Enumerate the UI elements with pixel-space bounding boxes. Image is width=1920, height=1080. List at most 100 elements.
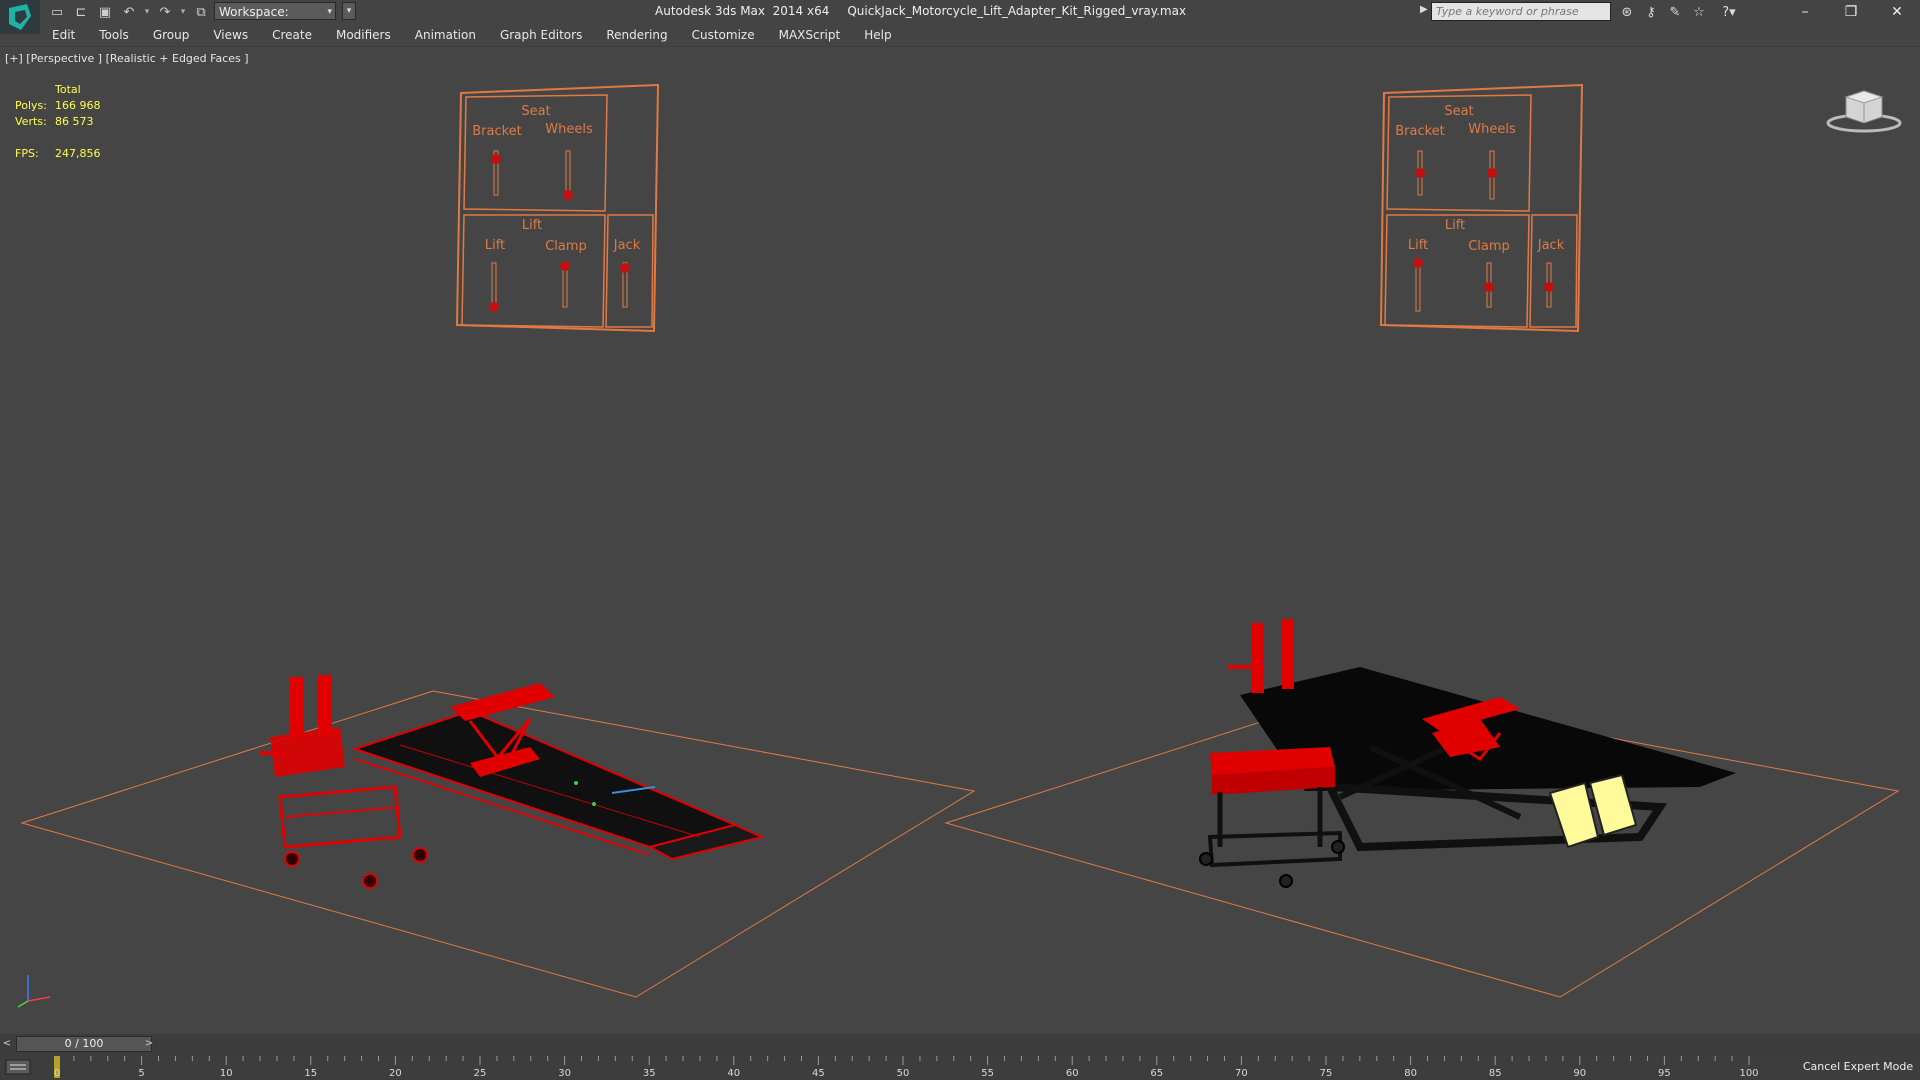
lift-wireframe-left	[260, 675, 766, 889]
stats-verts-label: Verts:	[15, 115, 47, 128]
time-slider[interactable]: 0 / 100	[16, 1036, 152, 1052]
track-toggle-icon[interactable]	[4, 1058, 32, 1076]
panel-left-bracket-label: Bracket	[472, 124, 522, 139]
panel-left-wheels-label: Wheels	[545, 122, 593, 137]
menu-views[interactable]: Views	[201, 24, 260, 46]
menu-graph-editors[interactable]: Graph Editors	[488, 24, 594, 46]
menu-tools[interactable]: Tools	[87, 24, 141, 46]
app-title: Autodesk 3ds Max 2014 x64	[655, 4, 830, 18]
quick-access-toolbar: ▭ ⊏ ▣ ↶ ▾ ↷ ▾ ⧉	[46, 2, 212, 22]
chevron-left-icon[interactable]: <	[0, 1036, 14, 1052]
viewport-label-menu[interactable]: [+] [Perspective ] [Realistic + Edged Fa…	[5, 52, 249, 65]
app-logo-icon[interactable]	[0, 0, 40, 34]
panel-right-jack-label: Jack	[1537, 238, 1565, 253]
panel-left-lift-label: Lift	[485, 238, 505, 253]
tick-label-45: 45	[812, 1068, 825, 1079]
stats-polys-value: 166 968	[55, 99, 101, 112]
project-folder-icon[interactable]: ⧉	[190, 2, 212, 22]
undo-icon[interactable]: ↶	[118, 2, 140, 22]
panel-right-clamp-label: Clamp	[1468, 239, 1510, 254]
time-slider-bar: < 0 / 100 >	[0, 1034, 1920, 1054]
tick-label-5: 5	[138, 1068, 144, 1079]
panel-right-lift-title: Lift	[1445, 218, 1465, 233]
axis-tripod-icon	[17, 975, 51, 1008]
stats-header: Total	[55, 83, 81, 96]
menu-animation[interactable]: Animation	[403, 24, 488, 46]
tick-label-30: 30	[558, 1068, 571, 1079]
close-icon[interactable]: ✕	[1874, 0, 1920, 24]
search-expand-icon[interactable]: ▶	[1420, 4, 1428, 15]
tick-label-10: 10	[220, 1068, 233, 1079]
frame-ruler[interactable]: 0 5 10 15 20 25 30 35 40 45 50 55 60 65 …	[40, 1054, 1770, 1080]
tick-label-95: 95	[1658, 1068, 1671, 1079]
menu-maxscript[interactable]: MAXScript	[767, 24, 853, 46]
menu-edit[interactable]: Edit	[40, 24, 87, 46]
new-file-icon[interactable]: ▭	[46, 2, 68, 22]
tick-label-85: 85	[1489, 1068, 1502, 1079]
scene-canvas[interactable]: Seat Bracket Wheels Lift Lift Clamp Jack…	[0, 47, 1920, 1035]
tick-label-80: 80	[1404, 1068, 1417, 1079]
open-file-icon[interactable]: ⊏	[70, 2, 92, 22]
chevron-right-icon[interactable]: >	[142, 1036, 156, 1052]
tick-label-20: 20	[389, 1068, 402, 1079]
tick-label-25: 25	[474, 1068, 487, 1079]
panel-right-bracket-label: Bracket	[1395, 124, 1445, 139]
key-icon[interactable]: ⚷	[1640, 2, 1662, 22]
stats-verts-value: 86 573	[55, 115, 94, 128]
minor-ticks	[56, 1056, 1750, 1065]
menu-help[interactable]: Help	[852, 24, 903, 46]
stats-polys-label: Polys:	[15, 99, 47, 112]
save-icon[interactable]: ▣	[94, 2, 116, 22]
help-icon[interactable]: ?▾	[1712, 2, 1746, 22]
tick-label-70: 70	[1235, 1068, 1248, 1079]
tick-label-15: 15	[304, 1068, 317, 1079]
panel-right-seat-title: Seat	[1444, 104, 1473, 119]
redo-dropdown-icon[interactable]: ▾	[178, 2, 188, 22]
search-input[interactable]: Type a keyword or phrase	[1431, 2, 1611, 21]
qat-customize-button[interactable]: ▾	[342, 2, 356, 20]
panel-left-clamp-label: Clamp	[545, 239, 587, 254]
tick-label-75: 75	[1320, 1068, 1333, 1079]
binoculars-icon[interactable]: ⊛	[1616, 2, 1638, 22]
panel-right-lift-label: Lift	[1408, 238, 1428, 253]
panel-right-wheels-label: Wheels	[1468, 122, 1516, 137]
minimize-icon[interactable]: –	[1782, 0, 1828, 24]
tick-label-50: 50	[897, 1068, 910, 1079]
menu-rendering[interactable]: Rendering	[594, 24, 679, 46]
menu-group[interactable]: Group	[141, 24, 202, 46]
menu-bar: Edit Tools Group Views Create Modifiers …	[40, 24, 1920, 46]
stats-fps-value: 247,856	[55, 147, 101, 160]
panel-left-lift-title: Lift	[522, 218, 542, 233]
window-controls: – ❐ ✕	[1782, 0, 1920, 24]
tick-label-40: 40	[727, 1068, 740, 1079]
maximize-icon[interactable]: ❐	[1828, 0, 1874, 24]
panel-left-jack-label: Jack	[613, 238, 641, 253]
chevron-down-icon: ▾	[327, 7, 332, 17]
lift-shaded-right	[1199, 619, 1736, 888]
redo-icon[interactable]: ↷	[154, 2, 176, 22]
workspace-dropdown[interactable]: Workspace: Default ▾	[214, 2, 336, 37]
panel-left-seat-title: Seat	[521, 104, 550, 119]
tick-label-55: 55	[981, 1068, 994, 1079]
window-title: Autodesk 3ds Max 2014 x64 QuickJack_Motor…	[655, 4, 1186, 18]
viewcube-icon[interactable]	[1826, 83, 1902, 133]
cancel-expert-mode-button[interactable]: Cancel Expert Mode	[1796, 1054, 1920, 1080]
tick-label-60: 60	[1066, 1068, 1079, 1079]
tick-label-100: 100	[1739, 1068, 1758, 1079]
tick-label-90: 90	[1573, 1068, 1586, 1079]
menu-create[interactable]: Create	[260, 24, 324, 46]
perspective-viewport[interactable]: Seat Bracket Wheels Lift Lift Clamp Jack…	[0, 46, 1920, 1035]
menu-customize[interactable]: Customize	[680, 24, 767, 46]
menu-modifiers[interactable]: Modifiers	[324, 24, 403, 46]
viewport-statistics: Total Polys: 166 968 Verts: 86 573 FPS: 247…	[15, 82, 145, 162]
star-icon[interactable]: ☆	[1688, 2, 1710, 22]
track-bar[interactable]: 0 5 10 15 20 25 30 35 40 45 50 55 60 65 …	[0, 1054, 1920, 1080]
info-center-toolbar: ⊛ ⚷ ✎ ☆ ?▾	[1616, 2, 1746, 22]
tick-label-35: 35	[643, 1068, 656, 1079]
stats-fps-label: FPS:	[15, 147, 39, 160]
communication-icon[interactable]: ✎	[1664, 2, 1686, 22]
title-bar: ▭ ⊏ ▣ ↶ ▾ ↷ ▾ ⧉ Workspace: Default ▾ ▾ A…	[0, 0, 1920, 37]
tick-label-0: 0	[54, 1068, 60, 1079]
tick-label-65: 65	[1150, 1068, 1163, 1079]
undo-dropdown-icon[interactable]: ▾	[142, 2, 152, 22]
